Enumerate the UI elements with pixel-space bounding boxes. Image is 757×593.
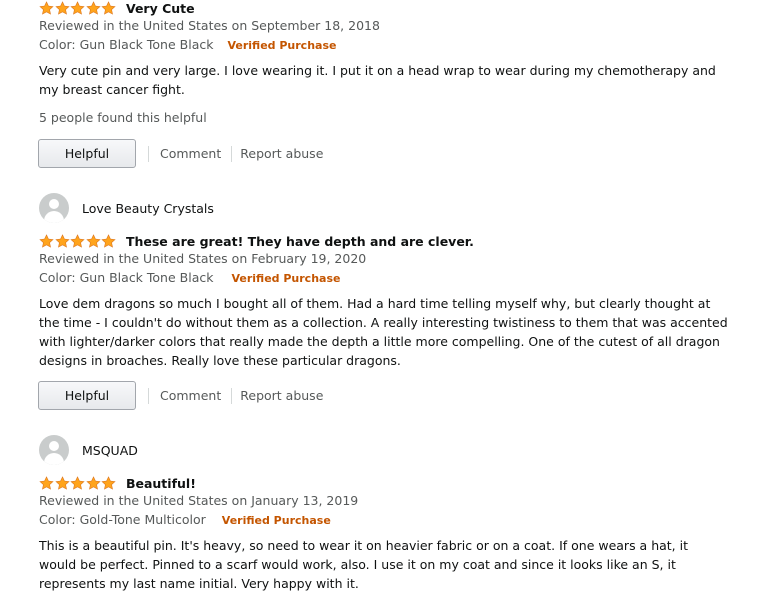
review-date: Reviewed in the United States on January… [39,493,359,508]
verified-purchase-badge: Verified Purchase [227,39,337,52]
variant-label[interactable]: Color: Gold-Tone Multicolor [39,512,206,527]
star-icon [86,233,101,248]
star-icon [86,0,101,15]
review-1-title-row: Very Cute [39,0,195,17]
reviewer-profile[interactable]: Love Beauty Crystals [39,193,214,223]
star-icon [86,475,101,490]
comment-link[interactable]: Comment [160,146,221,161]
review-body: Love dem dragons so much I bought all of… [39,296,728,368]
avatar [39,435,69,465]
star-icon [39,0,54,15]
reviewer-name: MSQUAD [82,442,138,458]
report-abuse-link[interactable]: Report abuse [240,388,323,403]
divider [231,387,233,404]
verified-purchase-badge: Verified Purchase [231,272,341,285]
review-body: Very cute pin and very large. I love wea… [39,63,716,97]
reviewer-profile[interactable]: MSQUAD [39,435,138,465]
star-icon [54,233,70,248]
review-title[interactable]: Beautiful! [126,476,196,491]
helpful-button[interactable]: Helpful [38,381,136,410]
comment-link[interactable]: Comment [160,388,221,403]
helpful-count: 5 people found this helpful [39,110,207,125]
review-body: This is a beautiful pin. It's heavy, so … [39,538,688,591]
star-icon [70,0,85,15]
star-icon [101,233,117,248]
review-date: Reviewed in the United States on Februar… [39,251,367,266]
review-actions: Helpful Comment Report abuse [38,138,323,169]
review-actions: Helpful Comment Report abuse [38,380,323,411]
star-icon [39,475,54,490]
divider [148,145,149,162]
verified-purchase-badge: Verified Purchase [221,514,331,527]
star-icon [101,475,117,490]
review-title[interactable]: Very Cute [126,1,195,16]
star-icon [70,233,85,248]
review-3-title-row: Beautiful! [39,474,196,492]
star-rating[interactable] [39,0,117,16]
star-rating[interactable] [39,233,117,249]
review-2-title-row: These are great! They have depth and are… [39,232,474,250]
report-abuse-link[interactable]: Report abuse [240,146,323,161]
review-title[interactable]: These are great! They have depth and are… [126,234,474,249]
variant-label[interactable]: Color: Gun Black Tone Black [39,37,213,52]
star-rating[interactable] [39,475,117,491]
reviewer-name: Love Beauty Crystals [82,200,214,216]
review-variant: Color: Gold-Tone Multicolor Verified Purc… [39,512,331,527]
avatar [39,193,69,223]
helpful-button[interactable]: Helpful [38,139,136,168]
review-variant: Color: Gun Black Tone Black Verified Purc… [39,37,336,52]
divider [231,145,233,162]
star-icon [54,0,70,15]
review-date: Reviewed in the United States on Septemb… [39,18,380,33]
star-icon [101,0,117,15]
divider [148,387,149,404]
review-variant: Color: Gun Black Tone Black Verified Purc… [39,270,340,285]
star-icon [39,233,54,248]
star-icon [70,475,85,490]
variant-label[interactable]: Color: Gun Black Tone Black [39,270,213,285]
star-icon [54,475,70,490]
